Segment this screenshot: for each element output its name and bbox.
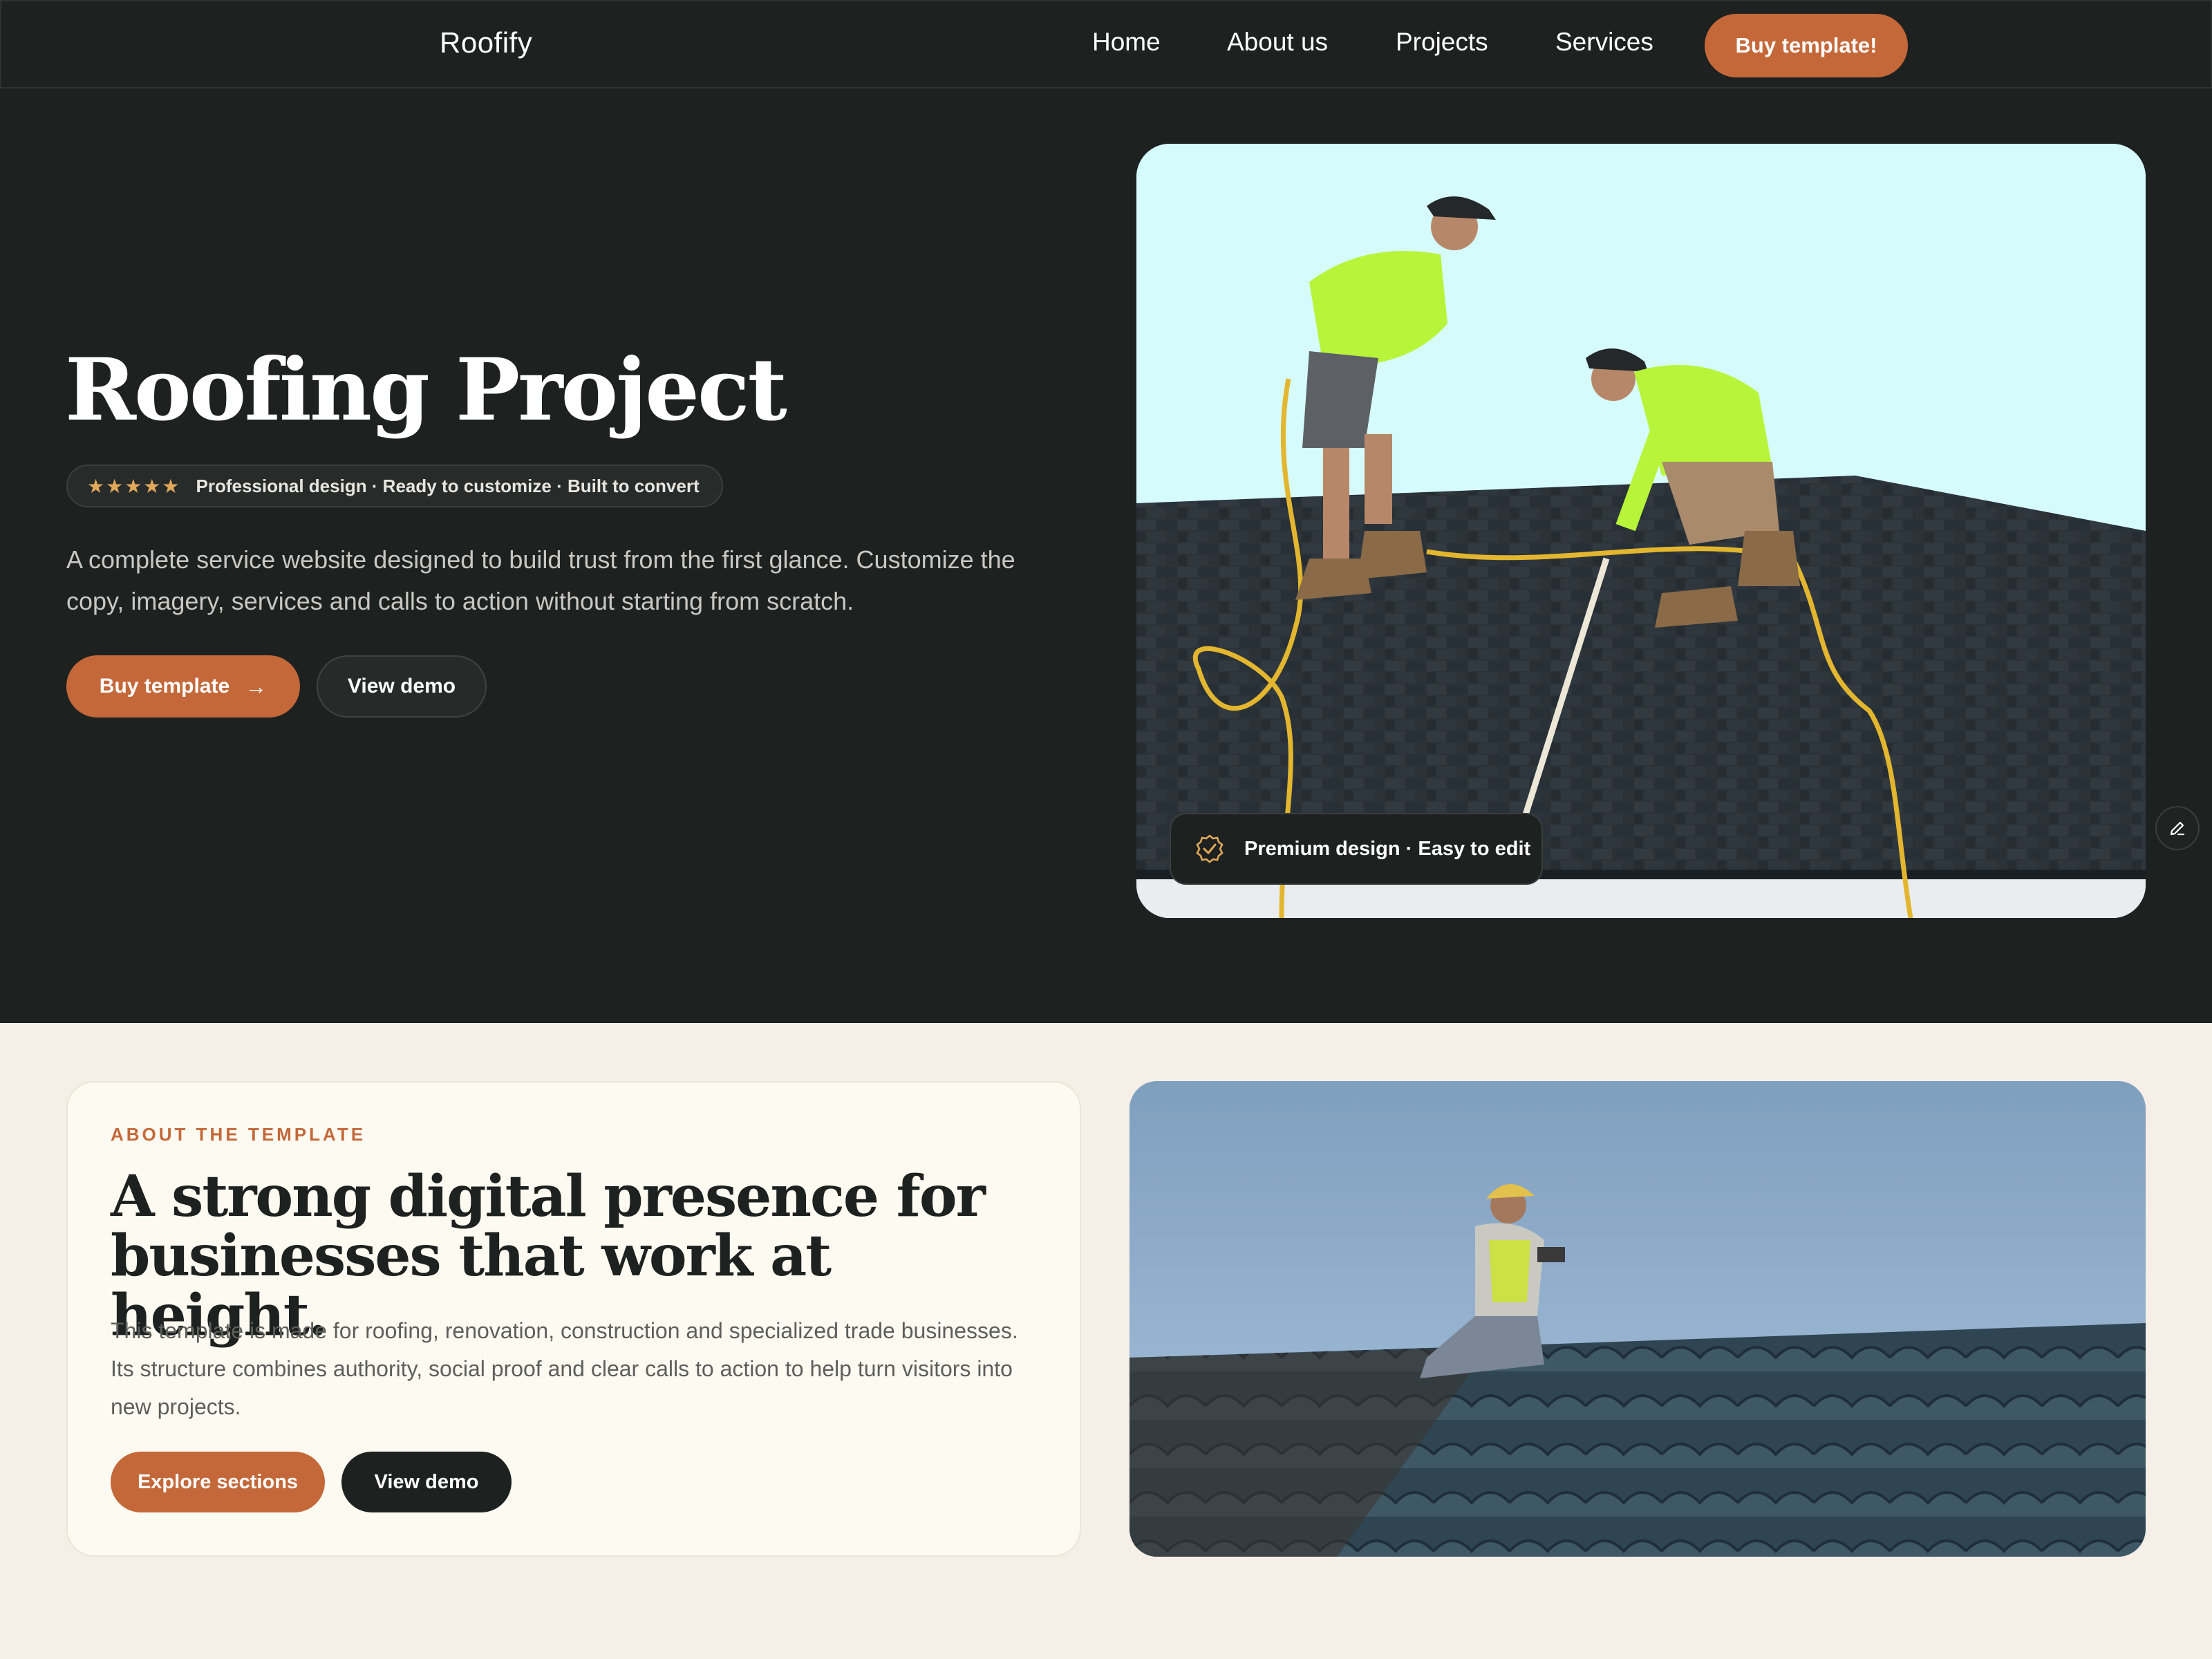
hero-roofers-photo: Premium design · Easy to edit: [1136, 144, 2146, 918]
nav-link-home[interactable]: Home: [1092, 28, 1161, 57]
view-demo-secondary-button[interactable]: View demo: [341, 1452, 512, 1512]
pencil-icon: [2170, 821, 2185, 836]
explore-sections-button[interactable]: Explore sections: [111, 1452, 325, 1512]
buy-template-nav-button[interactable]: Buy template!: [1705, 14, 1908, 77]
badge-text: Premium design · Easy to edit: [1244, 837, 1531, 860]
edit-pencil-button[interactable]: [2155, 806, 2200, 850]
about-description: This template is made for roofing, renov…: [111, 1318, 1018, 1419]
nav-link-projects[interactable]: Projects: [1396, 28, 1488, 57]
nav-link-services[interactable]: Services: [1555, 28, 1653, 57]
rating-text: Professional design · Ready to customize…: [196, 475, 700, 496]
premium-badge: Premium design · Easy to edit: [1170, 813, 1543, 885]
about-card: ABOUT THE TEMPLATE A strong digital pres…: [66, 1081, 1081, 1557]
roofer-drilling-photo: [1130, 1081, 2146, 1557]
hero-title: Roofing Project: [65, 340, 787, 440]
buy-template-label: Buy template: [99, 675, 230, 697]
nav-link-about[interactable]: About us: [1227, 28, 1328, 57]
buy-template-button[interactable]: Buy template →: [66, 655, 300, 718]
hero-section: Roofing Project ★★★★★ Professional desig…: [0, 88, 2212, 1023]
about-eyebrow: ABOUT THE TEMPLATE: [111, 1124, 366, 1145]
view-demo-button[interactable]: View demo: [317, 655, 487, 718]
top-navbar: Roofify Home About us Projects Services …: [0, 0, 2212, 88]
verified-check-icon: [1196, 834, 1224, 863]
rating-pill: ★★★★★ Professional design · Ready to cus…: [66, 465, 723, 507]
star-rating-icon: ★★★★★: [87, 475, 181, 497]
hero-description: A complete service website designed to b…: [66, 545, 1015, 615]
brand-logo[interactable]: Roofify: [440, 26, 532, 59]
arrow-right-icon: →: [245, 673, 268, 699]
